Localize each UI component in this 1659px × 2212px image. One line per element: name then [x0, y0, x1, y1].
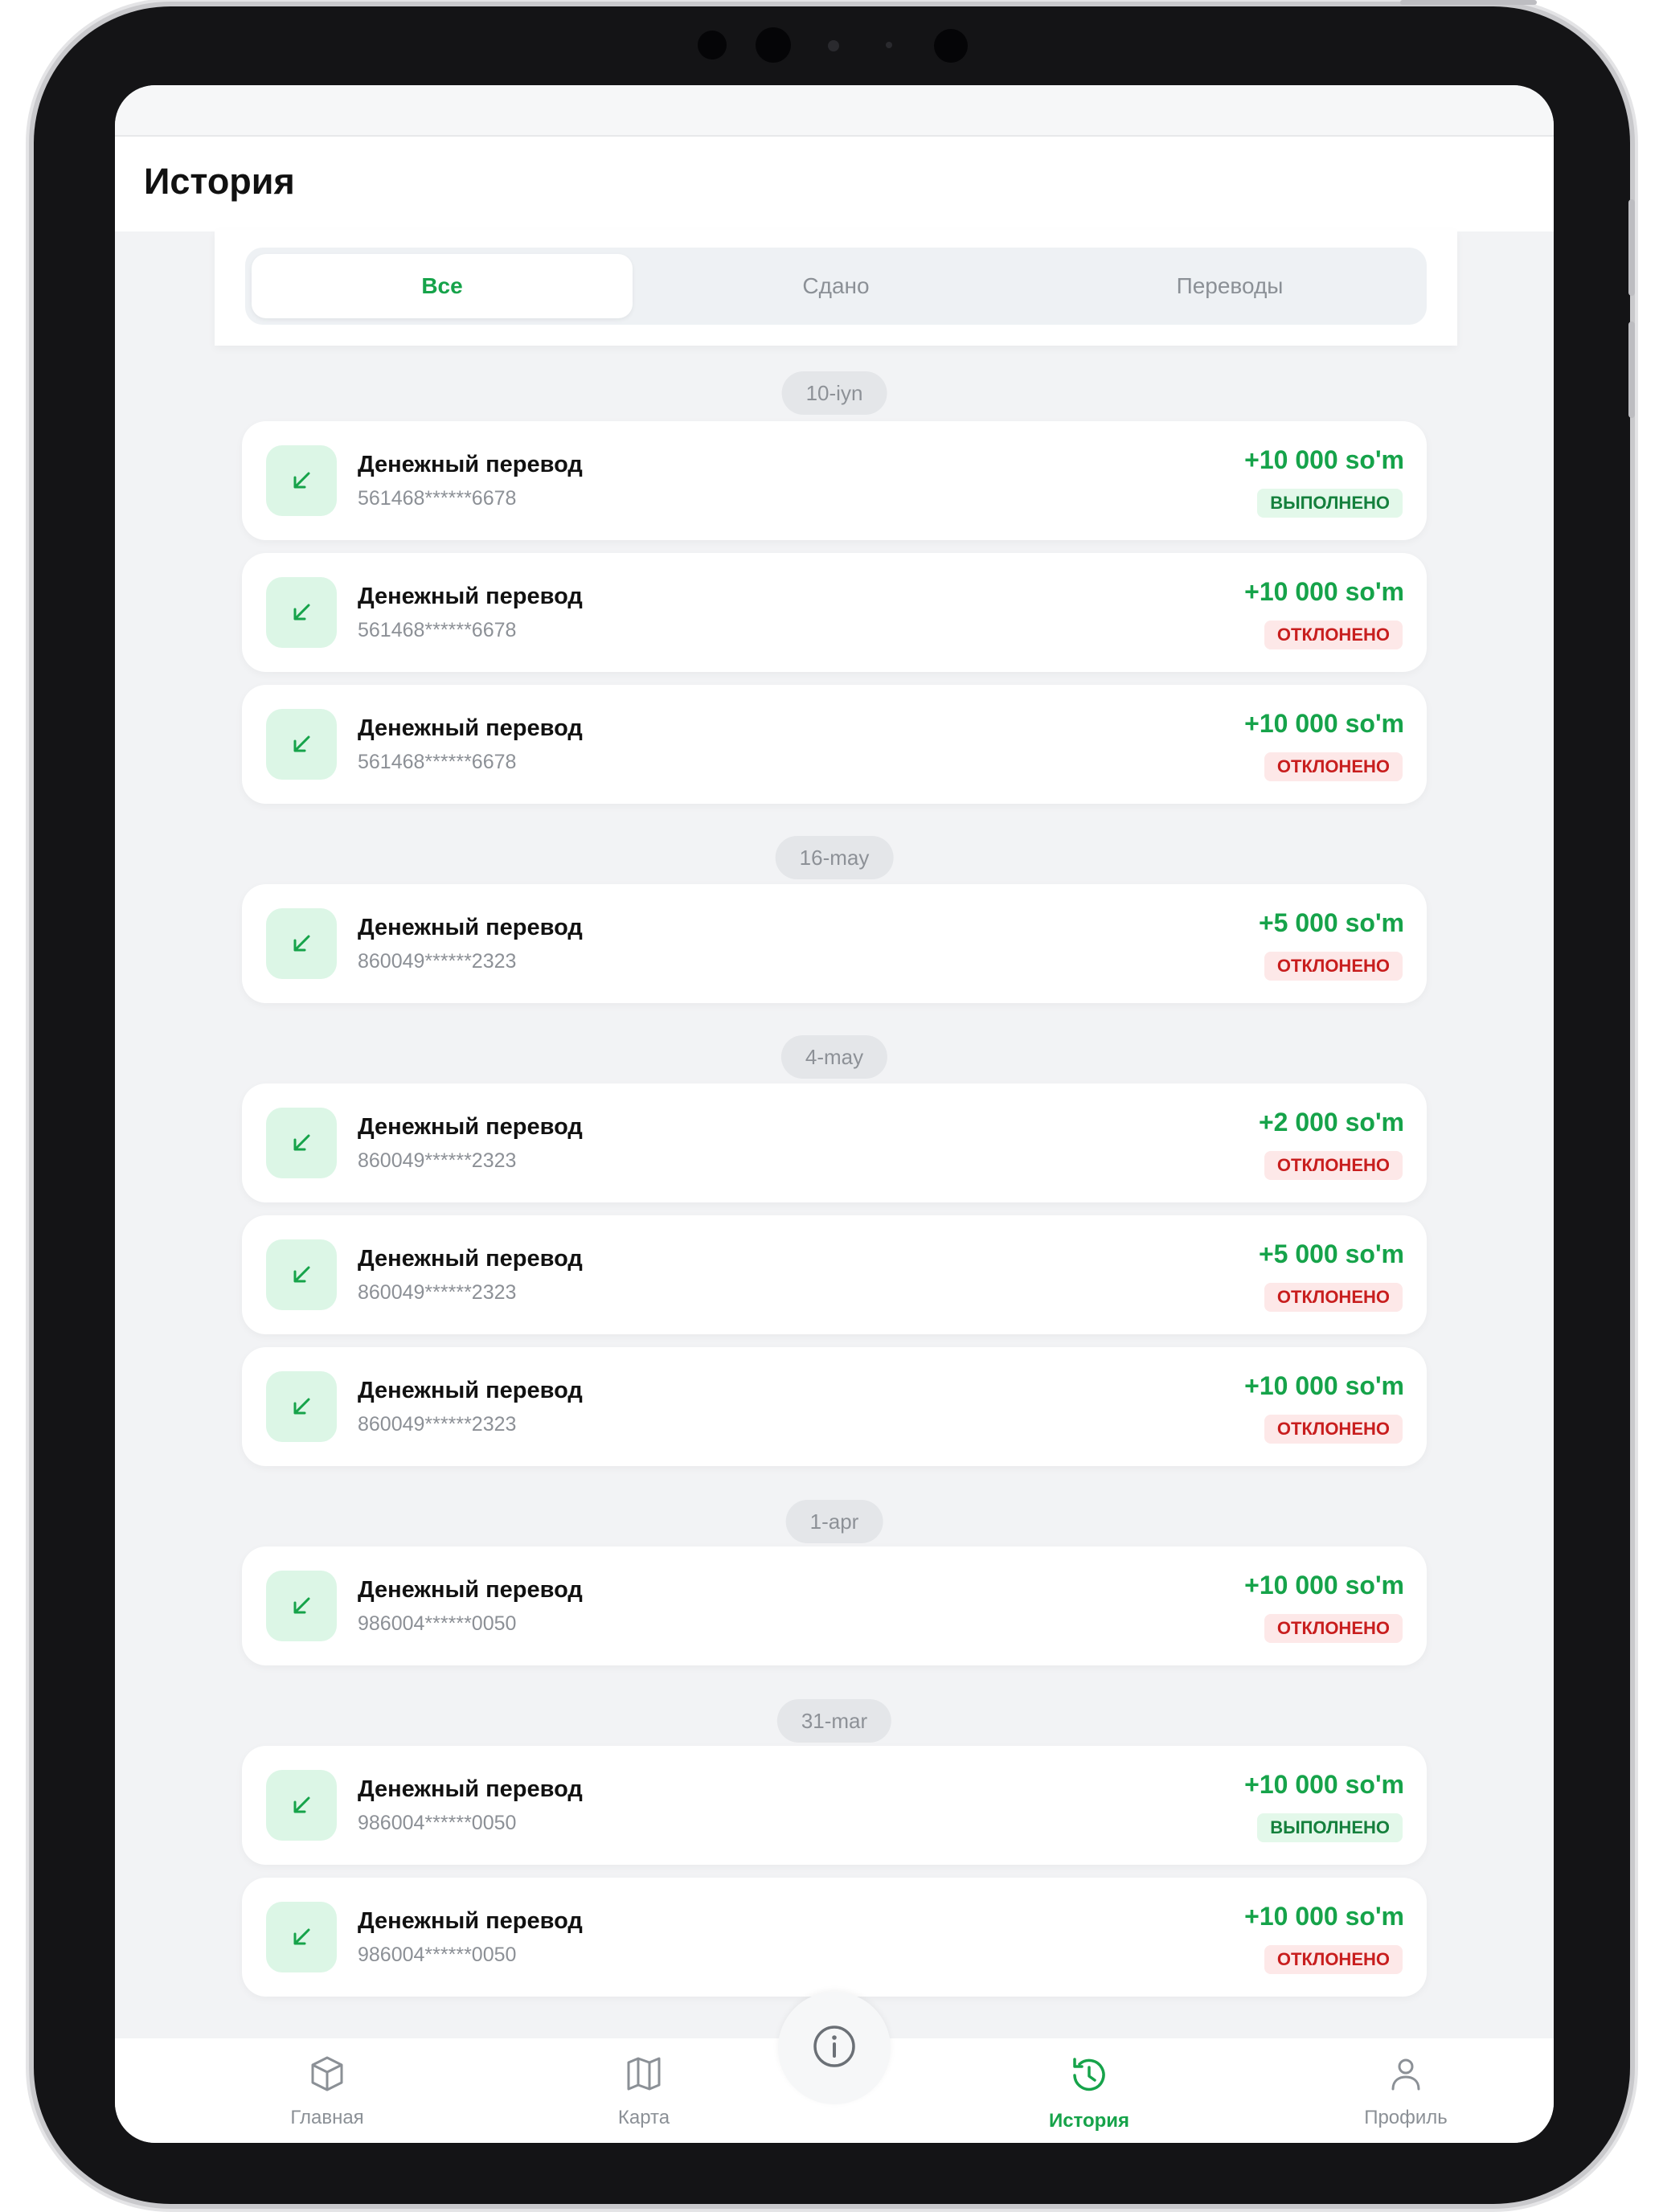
transaction-title: Денежный перевод: [358, 1246, 583, 1272]
nav-label: Карта: [617, 2107, 670, 2128]
transaction-amount: +10 000 so'm: [1244, 1371, 1404, 1400]
arrow-down-left-icon: [266, 709, 337, 780]
card-number: 561468******6678: [358, 751, 517, 773]
sensor-dot: [934, 29, 968, 63]
transaction-card[interactable]: Денежный перевод 860049******2323 +5 000…: [242, 1215, 1427, 1334]
transaction-title: Денежный перевод: [358, 715, 583, 741]
bottom-navigation: Главная Карта История Профиль: [115, 1992, 1554, 2143]
status-badge: ОТКЛОНЕНО: [1264, 621, 1403, 649]
arrow-down-left-icon: [266, 1371, 337, 1442]
transaction-card[interactable]: Денежный перевод 561468******6678 +10 00…: [242, 685, 1427, 804]
transaction-title: Денежный перевод: [358, 1776, 583, 1802]
status-badge: ОТКЛОНЕНО: [1264, 1945, 1403, 1974]
nav-item-profile[interactable]: Профиль: [1317, 2054, 1494, 2129]
status-badge: ОТКЛОНЕНО: [1264, 952, 1403, 981]
status-badge: ВЫПОЛНЕНО: [1257, 1813, 1403, 1842]
status-badge: ОТКЛОНЕНО: [1264, 1415, 1403, 1444]
transaction-amount: +10 000 so'm: [1244, 1770, 1404, 1799]
info-button[interactable]: [778, 1992, 891, 2104]
card-number: 860049******2323: [358, 1281, 517, 1304]
date-chip: 1-apr: [785, 1500, 883, 1543]
status-bar: [115, 85, 1554, 137]
transaction-title: Денежный перевод: [358, 915, 583, 940]
transaction-title: Денежный перевод: [358, 1908, 583, 1934]
card-number: 860049******2323: [358, 1413, 517, 1436]
status-badge: ОТКЛОНЕНО: [1264, 1283, 1403, 1312]
tablet-frame: История Все Сдано Переводы 10-iyn 16-may…: [34, 0, 1635, 2204]
app-screen: История Все Сдано Переводы 10-iyn 16-may…: [115, 85, 1554, 2143]
sensor-dot: [886, 42, 892, 48]
nav-label: История: [1048, 2110, 1130, 2132]
nav-label: Профиль: [1364, 2107, 1448, 2128]
volume-down-button: [1628, 322, 1635, 418]
status-badge: ОТКЛОНЕНО: [1264, 1614, 1403, 1643]
card-number: 561468******6678: [358, 487, 517, 510]
card-number: 986004******0050: [358, 1812, 517, 1834]
transaction-amount: +10 000 so'm: [1244, 445, 1404, 474]
date-chip: 31-mar: [776, 1699, 892, 1743]
status-badge: ОТКЛОНЕНО: [1264, 752, 1403, 781]
transaction-card[interactable]: Денежный перевод 986004******0050 +10 00…: [242, 1546, 1427, 1665]
history-icon: [1068, 2054, 1110, 2102]
info-icon: [812, 2024, 857, 2072]
tab-transfers[interactable]: Переводы: [1039, 254, 1420, 318]
date-chip: 4-may: [780, 1035, 888, 1079]
transaction-amount: +2 000 so'm: [1258, 1108, 1404, 1137]
nav-label: Главная: [290, 2107, 364, 2128]
card-number: 986004******0050: [358, 1944, 517, 1966]
transaction-amount: +10 000 so'm: [1244, 1902, 1404, 1931]
transaction-amount: +10 000 so'm: [1244, 1571, 1404, 1600]
transaction-card[interactable]: Денежный перевод 860049******2323 +10 00…: [242, 1347, 1427, 1466]
camera-icon: [756, 27, 791, 63]
nav-item-map[interactable]: Карта: [555, 2054, 732, 2129]
segmented-tabs: Все Сдано Переводы: [245, 248, 1427, 325]
status-badge: ВЫПОЛНЕНО: [1257, 489, 1403, 518]
transaction-amount: +10 000 so'm: [1244, 577, 1404, 606]
sensor-dot: [828, 40, 839, 51]
transaction-amount: +10 000 so'm: [1244, 709, 1404, 738]
power-button: [1400, 0, 1537, 5]
card-number: 986004******0050: [358, 1612, 517, 1635]
header: История: [115, 137, 1554, 231]
sensor-dot: [698, 31, 727, 59]
tab-all[interactable]: Все: [252, 254, 633, 318]
status-badge: ОТКЛОНЕНО: [1264, 1151, 1403, 1180]
arrow-down-left-icon: [266, 1239, 337, 1310]
tab-completed[interactable]: Сдано: [645, 254, 1026, 318]
nav-item-home[interactable]: Главная: [239, 2054, 416, 2129]
volume-up-button: [1628, 199, 1635, 296]
transaction-title: Денежный перевод: [358, 1114, 583, 1140]
transaction-amount: +5 000 so'm: [1258, 908, 1404, 937]
transaction-card[interactable]: Денежный перевод 561468******6678 +10 00…: [242, 553, 1427, 672]
tabs-container: Все Сдано Переводы: [215, 230, 1457, 346]
arrow-down-left-icon: [266, 445, 337, 516]
date-chip: 10-iyn: [781, 371, 887, 415]
arrow-down-left-icon: [266, 1902, 337, 1972]
nav-item-history[interactable]: История: [1001, 2054, 1178, 2132]
arrow-down-left-icon: [266, 908, 337, 979]
arrow-down-left-icon: [266, 1571, 337, 1641]
transaction-card[interactable]: Денежный перевод 986004******0050 +10 00…: [242, 1878, 1427, 1997]
transaction-card[interactable]: Денежный перевод 986004******0050 +10 00…: [242, 1746, 1427, 1865]
transaction-card[interactable]: Денежный перевод 860049******2323 +5 000…: [242, 884, 1427, 1003]
card-number: 561468******6678: [358, 619, 517, 641]
transaction-title: Денежный перевод: [358, 1577, 583, 1603]
user-icon: [1387, 2054, 1425, 2099]
arrow-down-left-icon: [266, 1770, 337, 1841]
arrow-down-left-icon: [266, 1108, 337, 1178]
page-title: История: [144, 161, 295, 202]
date-chip: 16-may: [775, 836, 894, 879]
transaction-card[interactable]: Денежный перевод 860049******2323 +2 000…: [242, 1083, 1427, 1202]
transaction-title: Денежный перевод: [358, 452, 583, 477]
arrow-down-left-icon: [266, 577, 337, 648]
transaction-card[interactable]: Денежный перевод 561468******6678 +10 00…: [242, 421, 1427, 540]
transaction-title: Денежный перевод: [358, 584, 583, 609]
transaction-title: Денежный перевод: [358, 1378, 583, 1403]
card-number: 860049******2323: [358, 950, 517, 973]
transaction-amount: +5 000 so'm: [1258, 1239, 1404, 1268]
cube-icon: [308, 2054, 346, 2099]
map-icon: [625, 2054, 663, 2099]
card-number: 860049******2323: [358, 1149, 517, 1172]
